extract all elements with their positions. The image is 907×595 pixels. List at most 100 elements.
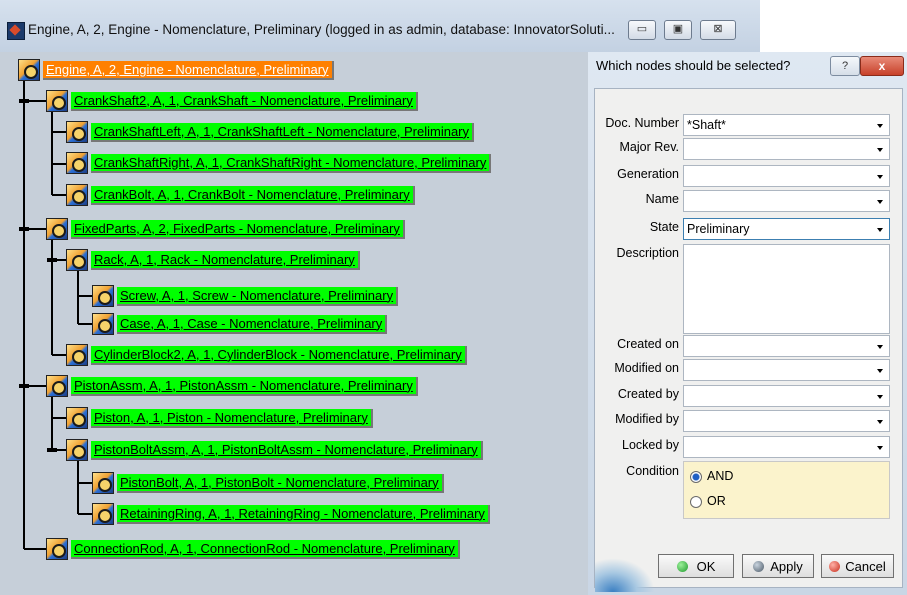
tree-node[interactable]: Rack, A, 1, Rack - Nomenclature, Prelimi…	[66, 249, 360, 271]
tree-node-label: Case, A, 1, Case - Nomenclature, Prelimi…	[117, 314, 388, 334]
chevron-down-icon	[877, 124, 883, 128]
select-nodes-dialog: Which nodes should be selected? ? x Doc.…	[588, 52, 907, 595]
dialog-title: Which nodes should be selected?	[596, 58, 791, 73]
tree-node-label: CylinderBlock2, A, 1, CylinderBlock - No…	[91, 345, 467, 365]
modified-on-label: Modified on	[614, 361, 679, 375]
apply-button[interactable]: Apply	[742, 554, 814, 578]
doc-number-value: *Shaft*	[687, 118, 726, 132]
chevron-down-icon	[877, 148, 883, 152]
tree-node[interactable]: CrankShaftRight, A, 1, CrankShaftRight -…	[66, 152, 492, 174]
name-label: Name	[645, 192, 679, 206]
restore-button[interactable]: ▣	[664, 20, 692, 40]
tree-node-label: Piston, A, 1, Piston - Nomenclature, Pre…	[91, 408, 373, 428]
chevron-down-icon	[877, 345, 883, 349]
major-rev-combo[interactable]	[683, 138, 890, 160]
apply-label: Apply	[770, 558, 803, 574]
description-field[interactable]	[683, 244, 890, 334]
part-icon	[92, 503, 114, 525]
product-icon	[66, 249, 88, 271]
close-button[interactable]: ⊠	[700, 20, 736, 40]
part-icon	[92, 472, 114, 494]
tree-node-label: CrankShaft2, A, 1, CrankShaft - Nomencla…	[71, 91, 418, 111]
created-by-combo[interactable]	[683, 385, 890, 407]
ok-label: OK	[696, 558, 716, 574]
product-icon	[46, 375, 68, 397]
tree-node-label: PistonBolt, A, 1, PistonBolt - Nomenclat…	[117, 473, 444, 493]
tree-node[interactable]: PistonBoltAssm, A, 1, PistonBoltAssm - N…	[66, 439, 483, 461]
tree-node[interactable]: CrankShaft2, A, 1, CrankShaft - Nomencla…	[46, 90, 418, 112]
tree-node-label: Engine, A, 2, Engine - Nomenclature, Pre…	[43, 60, 334, 80]
tree-node[interactable]: FixedParts, A, 2, FixedParts - Nomenclat…	[46, 218, 405, 240]
description-label: Description	[616, 246, 679, 260]
tree-node[interactable]: Case, A, 1, Case - Nomenclature, Prelimi…	[92, 313, 388, 335]
product-icon	[18, 59, 40, 81]
tree-node-root[interactable]: Engine, A, 2, Engine - Nomenclature, Pre…	[18, 59, 334, 81]
tree-node[interactable]: CylinderBlock2, A, 1, CylinderBlock - No…	[66, 344, 467, 366]
doc-number-label: Doc. Number	[605, 116, 679, 130]
radio-or-label[interactable]: OR	[707, 494, 726, 508]
part-icon	[92, 313, 114, 335]
chevron-down-icon	[877, 200, 883, 204]
major-rev-label: Major Rev.	[619, 140, 679, 154]
part-icon	[66, 344, 88, 366]
modified-on-combo[interactable]	[683, 359, 890, 381]
app-logo	[595, 558, 655, 592]
locked-by-label: Locked by	[622, 438, 679, 452]
chevron-down-icon	[877, 228, 883, 232]
tree-node[interactable]: ConnectionRod, A, 1, ConnectionRod - Nom…	[46, 538, 460, 560]
radio-or[interactable]	[690, 496, 702, 508]
dialog-body: Doc. Number *Shaft* Major Rev. Generatio…	[594, 88, 903, 592]
tree-node[interactable]: Screw, A, 1, Screw - Nomenclature, Preli…	[92, 285, 399, 307]
tree-node-label: ConnectionRod, A, 1, ConnectionRod - Nom…	[71, 539, 460, 559]
tree-panel: Engine, A, 2, Engine - Nomenclature, Pre…	[10, 52, 588, 595]
chevron-down-icon	[877, 369, 883, 373]
product-icon	[66, 439, 88, 461]
part-icon	[66, 121, 88, 143]
app-icon	[7, 22, 25, 40]
created-by-label: Created by	[617, 387, 679, 401]
locked-by-combo[interactable]	[683, 436, 890, 458]
state-value: Preliminary	[687, 222, 750, 236]
cancel-label: Cancel	[845, 558, 886, 574]
created-on-combo[interactable]	[683, 335, 890, 357]
apply-icon	[753, 560, 765, 572]
dialog-close-button[interactable]: x	[860, 56, 904, 76]
help-button[interactable]: ?	[830, 56, 860, 76]
condition-label: Condition	[626, 464, 679, 478]
modified-by-combo[interactable]	[683, 410, 890, 432]
radio-and-label[interactable]: AND	[707, 469, 733, 483]
chevron-down-icon	[877, 420, 883, 424]
ok-button[interactable]: OK	[658, 554, 734, 578]
title-bar: Engine, A, 2, Engine - Nomenclature, Pre…	[0, 0, 760, 52]
tree-node-label: CrankShaftRight, A, 1, CrankShaftRight -…	[91, 153, 492, 173]
tree-node-label: CrankBolt, A, 1, CrankBolt - Nomenclatur…	[91, 185, 415, 205]
chevron-down-icon	[877, 175, 883, 179]
tree-node[interactable]: CrankBolt, A, 1, CrankBolt - Nomenclatur…	[66, 184, 415, 206]
radio-and[interactable]	[690, 471, 702, 483]
modified-by-label: Modified by	[615, 412, 679, 426]
tree-node[interactable]: PistonAssm, A, 1, PistonAssm - Nomenclat…	[46, 375, 418, 397]
tree-node[interactable]: Piston, A, 1, Piston - Nomenclature, Pre…	[66, 407, 373, 429]
part-icon	[92, 285, 114, 307]
doc-number-combo[interactable]: *Shaft*	[683, 114, 890, 136]
tree-node-label: RetainingRing, A, 1, RetainingRing - Nom…	[117, 504, 490, 524]
part-icon	[46, 538, 68, 560]
part-icon	[66, 184, 88, 206]
state-label: State	[649, 220, 679, 234]
tree-node[interactable]: PistonBolt, A, 1, PistonBolt - Nomenclat…	[92, 472, 444, 494]
ok-icon	[676, 560, 688, 572]
cancel-icon	[829, 560, 841, 572]
product-icon	[46, 218, 68, 240]
tree-node-label: Screw, A, 1, Screw - Nomenclature, Preli…	[117, 286, 399, 306]
product-icon	[46, 90, 68, 112]
state-combo[interactable]: Preliminary	[683, 218, 890, 240]
tree-node[interactable]: RetainingRing, A, 1, RetainingRing - Nom…	[92, 503, 490, 525]
name-combo[interactable]	[683, 190, 890, 212]
cancel-button[interactable]: Cancel	[821, 554, 894, 578]
part-icon	[66, 152, 88, 174]
created-on-label: Created on	[617, 337, 679, 351]
tree-node[interactable]: CrankShaftLeft, A, 1, CrankShaftLeft - N…	[66, 121, 475, 143]
condition-group: AND OR	[683, 461, 890, 519]
minimize-button[interactable]: ▭	[628, 20, 656, 40]
generation-combo[interactable]	[683, 165, 890, 187]
